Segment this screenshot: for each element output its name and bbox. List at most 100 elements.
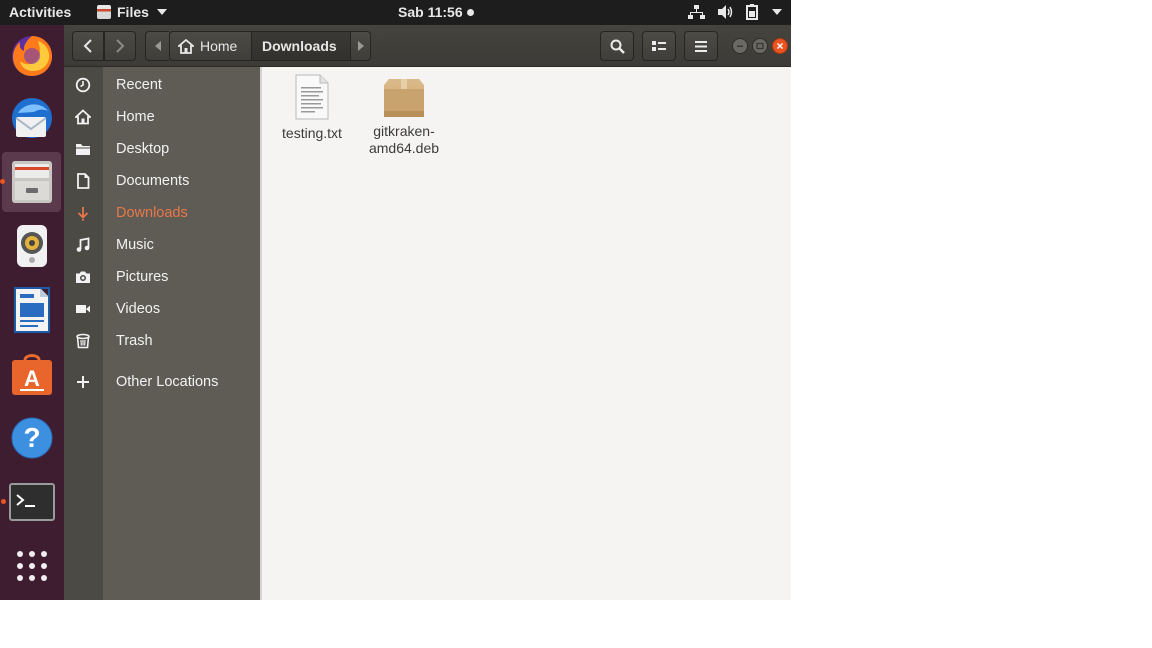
running-indicator [1, 499, 6, 504]
plus-icon [75, 374, 91, 390]
close-icon [777, 43, 783, 49]
sidebar-item-label: Documents [116, 173, 190, 189]
file-name-line-1: gitkraken- [373, 123, 435, 139]
sidebar-item-recent[interactable]: Recent [64, 69, 260, 101]
software-icon: A [12, 354, 52, 395]
dock-help[interactable]: ? [0, 408, 64, 468]
files-icon [11, 161, 52, 203]
maximize-button[interactable] [752, 38, 768, 54]
apps-grid-icon [17, 551, 47, 581]
sidebar-item-other-locations[interactable]: Other Locations [64, 366, 260, 398]
dock-terminal[interactable] [0, 472, 64, 532]
camera-icon [75, 269, 91, 285]
clock[interactable]: Sab 11:56 [398, 4, 474, 20]
dock-thunderbird[interactable] [0, 89, 64, 149]
sidebar-item-label: Other Locations [116, 374, 219, 390]
sidebar-item-label: Pictures [116, 269, 169, 285]
chevron-right-icon [116, 39, 125, 53]
dock-rhythmbox[interactable] [0, 216, 64, 276]
battery-icon [746, 4, 758, 20]
file-name-line-2: amd64.deb [368, 140, 440, 156]
triangle-left-icon [154, 41, 161, 51]
breadcrumb-scroll-left[interactable] [145, 31, 169, 61]
sidebar-item-downloads[interactable]: Downloads [64, 197, 260, 229]
desktop-screen: Activities Files Sab 11:56 A ? Home Down… [0, 0, 791, 600]
home-icon [178, 38, 194, 54]
activities-button[interactable]: Activities [9, 4, 71, 20]
chevron-left-icon [83, 39, 92, 53]
file-name: testing.txt [282, 125, 342, 141]
dock-show-applications[interactable] [0, 536, 64, 596]
menu-button[interactable] [684, 31, 718, 61]
file-item[interactable]: testing.txt [266, 73, 358, 142]
chevron-down-icon [156, 9, 167, 15]
volume-icon [718, 5, 733, 19]
list-view-icon [652, 41, 666, 51]
notification-dot-icon [466, 8, 474, 16]
file-item[interactable]: gitkraken- amd64.deb [358, 73, 450, 157]
home-icon [75, 109, 91, 125]
sidebar-item-trash[interactable]: Trash [64, 325, 260, 357]
app-menu-label: Files [117, 4, 149, 20]
sidebar-item-label: Recent [116, 77, 162, 93]
thunderbird-icon [12, 98, 52, 138]
breadcrumb-scroll-right[interactable] [351, 31, 371, 61]
writer-icon [14, 287, 50, 333]
dock-ubuntu-software[interactable]: A [0, 344, 64, 404]
sidebar-item-label: Music [116, 237, 154, 253]
dock-firefox[interactable] [0, 25, 64, 85]
music-icon [75, 237, 91, 253]
sidebar-item-label: Desktop [116, 141, 170, 157]
forward-button[interactable] [104, 31, 136, 61]
svg-text:?: ? [23, 422, 40, 453]
sidebar-item-pictures[interactable]: Pictures [64, 261, 260, 293]
system-tray[interactable] [688, 4, 782, 20]
sidebar-item-desktop[interactable]: Desktop [64, 133, 260, 165]
breadcrumb-current-label: Downloads [262, 38, 337, 54]
files-window: Home Downloads Recent Home Desktop Docum… [64, 25, 791, 600]
sidebar-item-documents[interactable]: Documents [64, 165, 260, 197]
video-icon [75, 301, 91, 317]
header-bar: Home Downloads [64, 25, 791, 67]
top-bar: Activities Files Sab 11:56 [0, 0, 791, 25]
places-sidebar: Recent Home Desktop Documents Downloads … [64, 67, 260, 600]
folder-icon [75, 141, 91, 157]
download-icon [75, 205, 91, 221]
terminal-icon [9, 483, 55, 521]
hamburger-icon [695, 40, 707, 52]
text-file-icon [295, 74, 329, 120]
minimize-button[interactable] [732, 38, 748, 54]
files-app-icon [97, 5, 111, 19]
view-toggle-button[interactable] [642, 31, 676, 61]
trash-icon [75, 333, 91, 349]
dock: A ? [0, 25, 64, 600]
sidebar-item-label: Trash [116, 333, 153, 349]
search-icon [610, 39, 625, 54]
firefox-icon [12, 36, 53, 76]
sidebar-item-label: Videos [116, 301, 161, 317]
sidebar-item-label: Home [116, 109, 155, 125]
maximize-icon [756, 42, 764, 50]
sidebar-item-label: Downloads [116, 205, 188, 221]
sidebar-item-music[interactable]: Music [64, 229, 260, 261]
running-indicator [0, 179, 5, 184]
dock-files[interactable] [0, 152, 61, 212]
breadcrumb-current[interactable]: Downloads [251, 31, 351, 61]
svg-text:A: A [24, 366, 40, 391]
back-button[interactable] [72, 31, 104, 61]
breadcrumb-home-label: Home [200, 38, 238, 54]
dock-writer[interactable] [0, 280, 64, 340]
search-button[interactable] [600, 31, 634, 61]
rhythmbox-icon [17, 225, 47, 267]
breadcrumb-home[interactable]: Home [169, 31, 251, 61]
help-icon: ? [11, 417, 53, 459]
sidebar-item-videos[interactable]: Videos [64, 293, 260, 325]
document-icon [75, 173, 91, 189]
close-button[interactable] [772, 38, 788, 54]
file-view[interactable]: testing.txt gitkraken- amd64.deb [262, 67, 791, 600]
sidebar-item-home[interactable]: Home [64, 101, 260, 133]
package-icon [384, 79, 424, 117]
app-menu[interactable]: Files [97, 4, 167, 20]
clock-label: Sab 11:56 [398, 4, 463, 20]
chevron-down-icon [772, 9, 782, 15]
